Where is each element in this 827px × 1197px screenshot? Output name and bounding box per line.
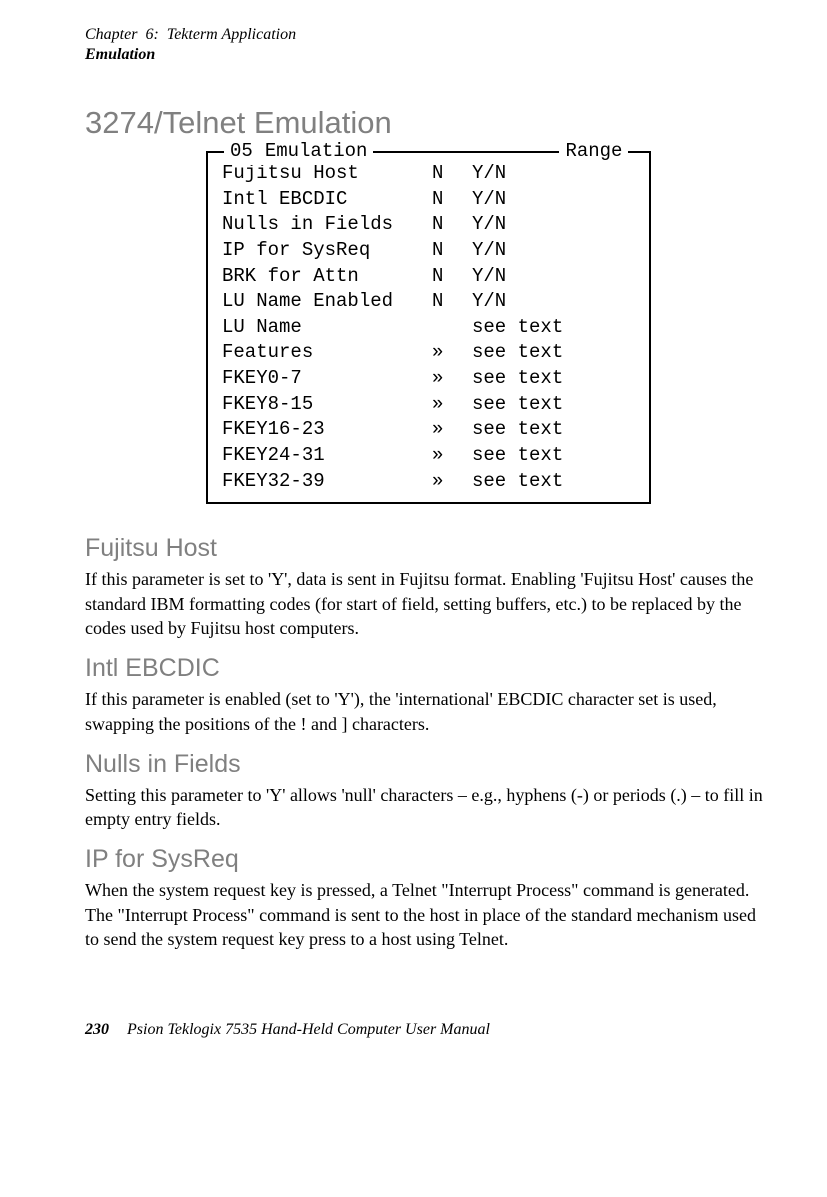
footer-text: Psion Teklogix 7535 Hand-Held Computer U…: [127, 1021, 490, 1038]
setting-label: LU Name: [222, 315, 432, 341]
setting-row: IP for SysReq N Y/N: [222, 238, 639, 264]
setting-range: see text: [472, 315, 639, 341]
setting-row: BRK for Attn N Y/N: [222, 264, 639, 290]
body-text: Setting this parameter to 'Y' allows 'nu…: [85, 783, 772, 832]
setting-range: Y/N: [472, 187, 639, 213]
setting-row: Features » see text: [222, 340, 639, 366]
setting-row: FKEY32-39 » see text: [222, 469, 639, 495]
setting-row: FKEY0-7 » see text: [222, 366, 639, 392]
setting-row: FKEY8-15 » see text: [222, 392, 639, 418]
setting-label: FKEY32-39: [222, 469, 432, 495]
setting-value: »: [432, 443, 472, 469]
setting-label: BRK for Attn: [222, 264, 432, 290]
setting-row: Intl EBCDIC N Y/N: [222, 187, 639, 213]
body-text: If this parameter is enabled (set to 'Y'…: [85, 687, 772, 736]
setting-value: N: [432, 187, 472, 213]
setting-value: N: [432, 238, 472, 264]
setting-label: FKEY0-7: [222, 366, 432, 392]
setting-value: [432, 315, 472, 341]
setting-value: N: [432, 212, 472, 238]
setting-range: see text: [472, 469, 639, 495]
sub-heading-fujitsu-host: Fujitsu Host: [85, 534, 772, 563]
body-text: If this parameter is set to 'Y', data is…: [85, 567, 772, 640]
setting-label: IP for SysReq: [222, 238, 432, 264]
setting-label: FKEY24-31: [222, 443, 432, 469]
page-footer: 230 Psion Teklogix 7535 Hand-Held Comput…: [85, 1021, 772, 1039]
sub-heading-nulls-in-fields: Nulls in Fields: [85, 750, 772, 779]
setting-value: »: [432, 469, 472, 495]
setting-row: Nulls in Fields N Y/N: [222, 212, 639, 238]
setting-range: Y/N: [472, 238, 639, 264]
page: Chapter 6: Tekterm Application Emulation…: [0, 0, 827, 1069]
page-number: 230: [85, 1021, 109, 1038]
page-header: Chapter 6: Tekterm Application Emulation: [85, 25, 772, 65]
setting-range: Y/N: [472, 161, 639, 187]
setting-row: LU Name Enabled N Y/N: [222, 289, 639, 315]
setting-label: LU Name Enabled: [222, 289, 432, 315]
setting-label: Features: [222, 340, 432, 366]
section-line: Emulation: [85, 45, 772, 65]
setting-range: Y/N: [472, 289, 639, 315]
box-label: Emulation: [259, 139, 374, 165]
setting-value: N: [432, 289, 472, 315]
box-range-label: Range: [559, 139, 628, 165]
setting-range: Y/N: [472, 264, 639, 290]
setting-value: »: [432, 392, 472, 418]
setting-value: »: [432, 340, 472, 366]
setting-label: FKEY8-15: [222, 392, 432, 418]
setting-label: Fujitsu Host: [222, 161, 432, 187]
setting-label: Nulls in Fields: [222, 212, 432, 238]
setting-row: LU Name see text: [222, 315, 639, 341]
chapter-line: Chapter 6: Tekterm Application: [85, 25, 772, 45]
setting-range: see text: [472, 392, 639, 418]
setting-value: »: [432, 366, 472, 392]
setting-range: Y/N: [472, 212, 639, 238]
sub-heading-intl-ebcdic: Intl EBCDIC: [85, 654, 772, 683]
setting-value: N: [432, 264, 472, 290]
box-header: 05 Emulation Range: [208, 139, 649, 165]
box-number: 05: [224, 139, 259, 165]
setting-row: Fujitsu Host N Y/N: [222, 161, 639, 187]
page-title: 3274/Telnet Emulation: [85, 105, 772, 141]
emulation-settings-box: 05 Emulation Range Fujitsu Host N Y/N In…: [206, 151, 651, 504]
sub-heading-ip-for-sysreq: IP for SysReq: [85, 845, 772, 874]
setting-label: FKEY16-23: [222, 417, 432, 443]
setting-range: see text: [472, 340, 639, 366]
setting-row: FKEY24-31 » see text: [222, 443, 639, 469]
setting-value: »: [432, 417, 472, 443]
body-text: When the system request key is pressed, …: [85, 878, 772, 951]
setting-value: N: [432, 161, 472, 187]
setting-row: FKEY16-23 » see text: [222, 417, 639, 443]
setting-label: Intl EBCDIC: [222, 187, 432, 213]
setting-range: see text: [472, 443, 639, 469]
setting-range: see text: [472, 366, 639, 392]
setting-range: see text: [472, 417, 639, 443]
